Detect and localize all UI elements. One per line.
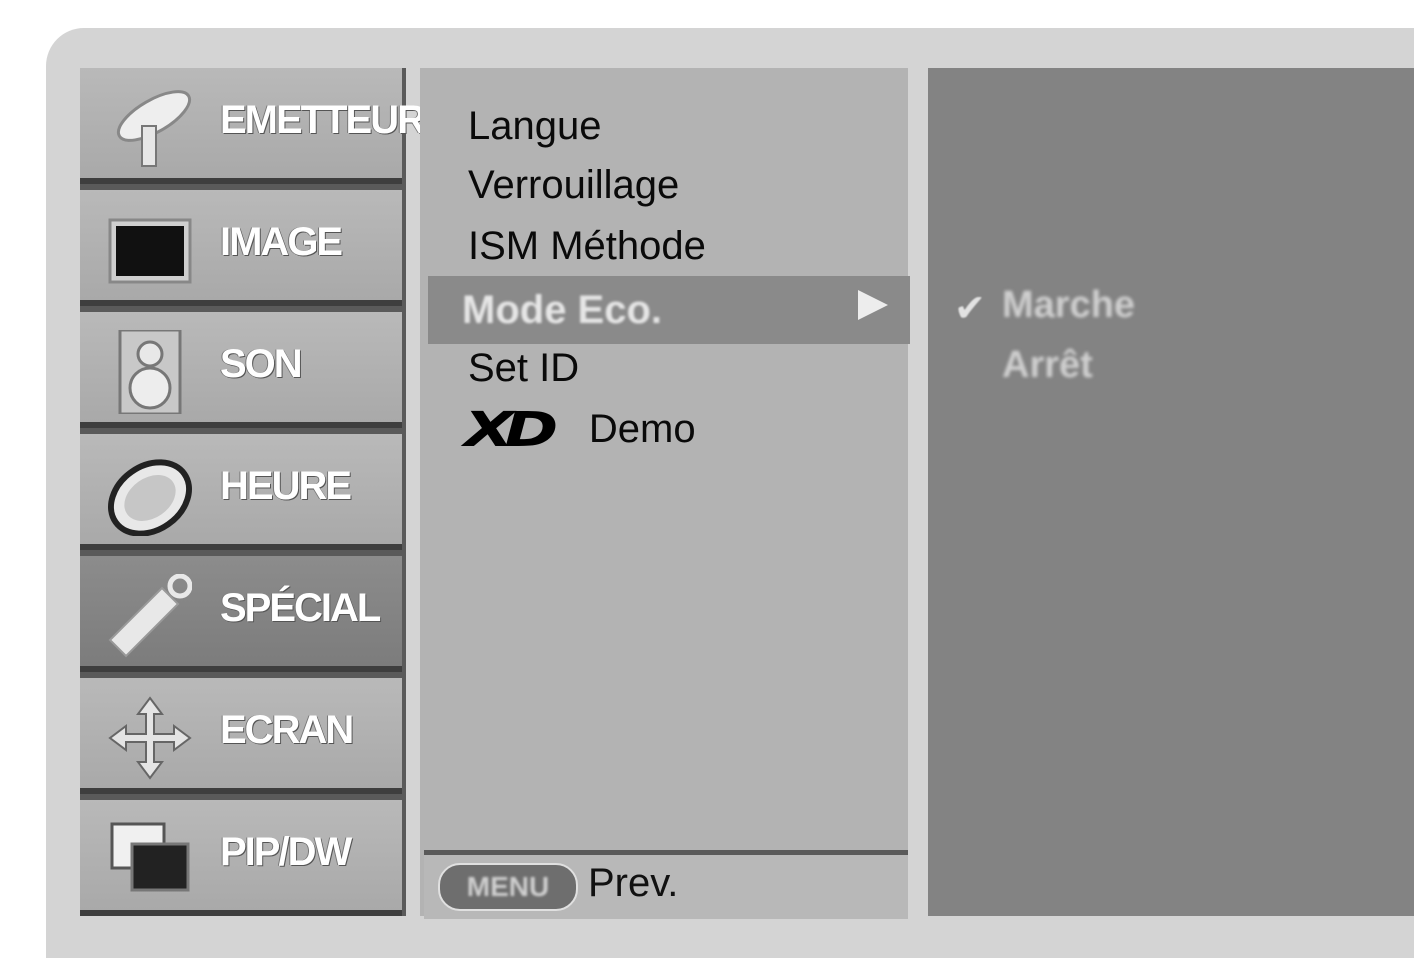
menu-item-langue[interactable]: Langue bbox=[468, 104, 601, 149]
option-arret[interactable]: Arrêt bbox=[1002, 344, 1093, 387]
checkmark-icon: ✔ bbox=[954, 288, 986, 330]
menu-item-mode-eco[interactable]: Mode Eco. bbox=[428, 276, 910, 344]
footer-bar: MENU Prev. bbox=[424, 850, 908, 919]
main-menu-sidebar: EMETTEUR IMAGE SON HEURE SPÉCIAL ECRAN P… bbox=[80, 68, 426, 916]
sidebar-item-ecran[interactable]: ECRAN bbox=[80, 678, 402, 794]
sidebar-item-label: IMAGE bbox=[220, 220, 343, 264]
sidebar-item-special[interactable]: SPÉCIAL bbox=[80, 556, 402, 672]
menu-item-label: Demo bbox=[588, 407, 696, 451]
satellite-dish-icon bbox=[116, 90, 192, 167]
tag-icon bbox=[108, 574, 192, 658]
menu-item-verrouillage[interactable]: Verrouillage bbox=[468, 163, 679, 208]
menu-item-set-id[interactable]: Set ID bbox=[468, 346, 579, 391]
speaker-icon bbox=[118, 330, 182, 414]
options-panel bbox=[928, 68, 1414, 916]
option-marche[interactable]: Marche bbox=[1002, 284, 1135, 327]
sidebar-item-label: SPÉCIAL bbox=[220, 586, 381, 630]
submenu-arrow-icon bbox=[858, 290, 888, 320]
menu-item-ism-methode[interactable]: ISM Méthode bbox=[468, 224, 706, 269]
move-arrows-icon bbox=[108, 696, 192, 780]
menu-item-label: Mode Eco. bbox=[462, 288, 663, 332]
sidebar-item-label: PIP/DW bbox=[220, 830, 352, 874]
sidebar-item-label: ECRAN bbox=[220, 708, 354, 752]
sidebar-item-label: SON bbox=[220, 342, 303, 386]
sidebar-item-pip-dw[interactable]: PIP/DW bbox=[80, 800, 402, 916]
sidebar-item-image[interactable]: IMAGE bbox=[80, 190, 402, 306]
clock-icon bbox=[108, 459, 192, 536]
submenu-panel: Langue Verrouillage ISM Méthode bbox=[420, 68, 908, 916]
sidebar-item-label: HEURE bbox=[220, 464, 352, 508]
tv-screen-icon bbox=[108, 218, 192, 284]
sidebar-item-emetteur[interactable]: EMETTEUR bbox=[80, 68, 426, 184]
sidebar-item-son[interactable]: SON bbox=[80, 312, 402, 428]
prev-label: Prev. bbox=[588, 861, 679, 905]
sidebar-item-label: EMETTEUR bbox=[220, 98, 426, 142]
sidebar-item-heure[interactable]: HEURE bbox=[80, 434, 402, 550]
menu-key-button[interactable]: MENU bbox=[438, 863, 578, 911]
xd-logo: XD bbox=[464, 402, 558, 458]
pip-windows-icon bbox=[110, 822, 190, 892]
menu-item-xd-demo[interactable]: XD Demo bbox=[464, 402, 696, 458]
